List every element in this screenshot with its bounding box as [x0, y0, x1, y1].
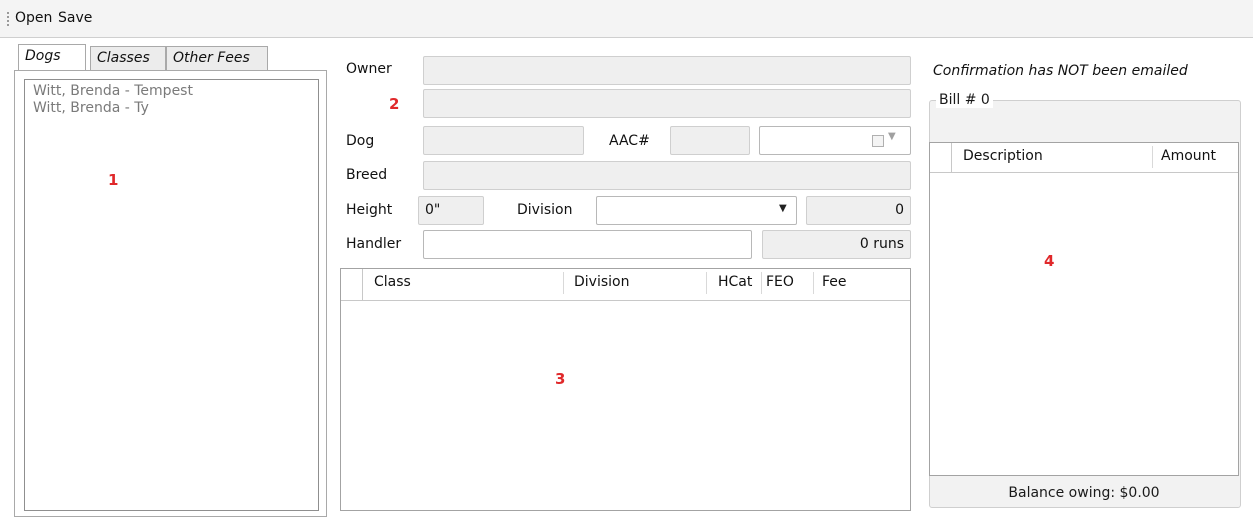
balance-owing: Balance owing: $0.00: [1008, 485, 1160, 501]
dog-label: Dog: [346, 133, 375, 149]
dog-field[interactable]: [423, 126, 584, 155]
runs-value: 0 runs: [859, 236, 904, 252]
classes-grid[interactable]: Class Division HCat FEO Fee: [340, 268, 911, 511]
owner-detail-field[interactable]: [423, 89, 911, 118]
column-divider: [813, 272, 814, 294]
region-marker-2: 2: [389, 95, 400, 113]
handler-label: Handler: [346, 236, 402, 252]
breed-field[interactable]: [423, 161, 911, 190]
tab-other-fees[interactable]: Other Fees: [166, 46, 268, 71]
column-description[interactable]: Description: [963, 148, 1043, 164]
height-value: 0": [425, 202, 441, 218]
height-label: Height: [346, 202, 393, 218]
toolbar: Open Save: [0, 0, 1253, 38]
runs-field: 0 runs: [762, 230, 911, 259]
aac-label: AAC#: [609, 133, 650, 149]
column-fee[interactable]: Fee: [822, 274, 847, 290]
bill-number: Bill # 0: [936, 92, 993, 108]
open-button[interactable]: Open: [15, 10, 52, 26]
division-label: Division: [517, 202, 573, 218]
column-amount[interactable]: Amount: [1161, 148, 1216, 164]
column-divider: [1152, 146, 1153, 168]
chevron-down-icon: ▼: [888, 131, 896, 142]
column-division[interactable]: Division: [574, 274, 629, 290]
column-class[interactable]: Class: [374, 274, 411, 290]
column-feo[interactable]: FEO: [766, 274, 794, 290]
tab-dogs[interactable]: Dogs: [18, 44, 86, 70]
row-header-corner: [341, 269, 363, 300]
breed-label: Breed: [346, 167, 388, 183]
aac-field[interactable]: [670, 126, 750, 155]
division-count-field[interactable]: 0: [806, 196, 911, 225]
column-divider: [706, 272, 707, 294]
save-button[interactable]: Save: [58, 10, 92, 26]
handler-field[interactable]: [423, 230, 752, 259]
division-count-value: 0: [895, 202, 904, 218]
classes-grid-header: Class Division HCat FEO Fee: [341, 269, 910, 301]
dog-list[interactable]: [24, 79, 319, 511]
height-field[interactable]: 0": [418, 196, 484, 225]
list-item[interactable]: Witt, Brenda - Tempest: [33, 83, 193, 100]
region-marker-1: 1: [108, 171, 119, 189]
color-swatch-icon: [872, 135, 884, 147]
column-hcat[interactable]: HCat: [718, 274, 752, 290]
list-item[interactable]: Witt, Brenda - Ty: [33, 100, 149, 117]
owner-label: Owner: [346, 61, 392, 77]
column-divider: [563, 272, 564, 294]
owner-field[interactable]: [423, 56, 911, 85]
row-header-corner: [930, 143, 952, 172]
toolbar-grip-icon[interactable]: [7, 12, 9, 28]
division-select[interactable]: ▼: [596, 196, 797, 225]
confirmation-status: Confirmation has NOT been emailed: [933, 63, 1188, 79]
region-marker-4: 4: [1044, 252, 1055, 270]
region-marker-3: 3: [555, 370, 566, 388]
column-divider: [761, 272, 762, 294]
aac-dropdown[interactable]: ▼: [759, 126, 911, 155]
tab-classes[interactable]: Classes: [90, 46, 166, 71]
bill-grid-header: Description Amount: [930, 143, 1238, 173]
bill-grid[interactable]: Description Amount: [929, 142, 1239, 476]
chevron-down-icon: ▼: [779, 203, 787, 214]
